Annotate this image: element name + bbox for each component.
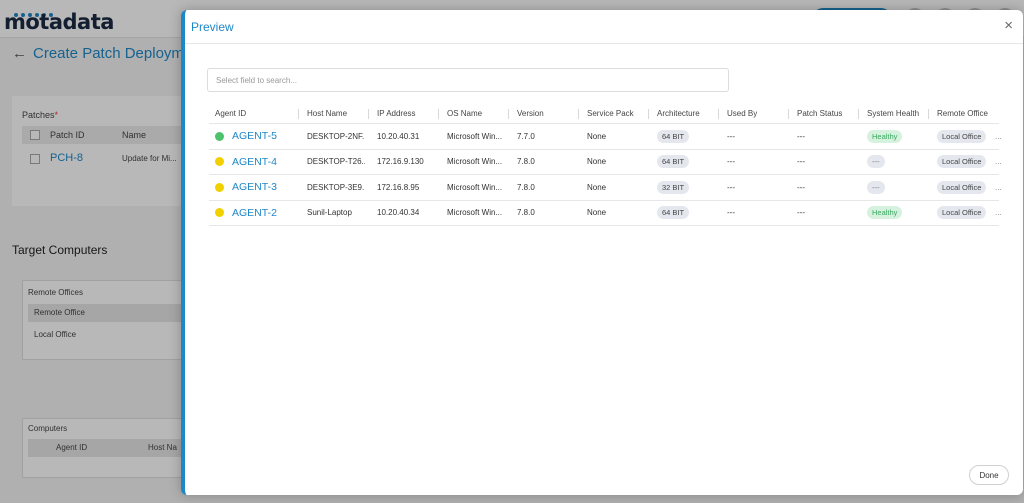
more-icon[interactable]: ... xyxy=(995,183,1002,192)
agent-cell: AGENT-5 xyxy=(215,124,277,149)
health-badge: Healthy xyxy=(867,206,903,220)
used-by-cell: --- xyxy=(727,208,735,218)
remote-office-item[interactable]: Local Office xyxy=(34,330,76,339)
more-icon[interactable]: ... xyxy=(995,157,1002,166)
architecture-badge: 64 BIT xyxy=(657,129,690,143)
close-icon[interactable]: × xyxy=(1004,18,1013,33)
col-version[interactable]: Version xyxy=(517,104,544,123)
agent-cell: AGENT-2 xyxy=(215,201,277,226)
status-dot-icon xyxy=(215,208,224,218)
remote-office-badge: Local Office xyxy=(937,180,987,194)
used-by-cell: --- xyxy=(727,157,735,167)
remote-office-badge: Local Office xyxy=(937,206,987,220)
service-pack-cell: None xyxy=(587,182,607,192)
os-cell: Microsoft Win... xyxy=(447,131,503,141)
architecture-badge: 64 BIT xyxy=(657,155,690,169)
host-name-cell: DESKTOP-T26... xyxy=(307,157,365,167)
modal-header: Preview × xyxy=(185,10,1023,44)
more-icon[interactable]: ... xyxy=(995,132,1002,141)
status-dot-icon xyxy=(215,182,224,192)
search-input[interactable] xyxy=(207,68,729,92)
ip-cell: 10.20.40.31 xyxy=(377,131,420,141)
health-badge: --- xyxy=(867,180,885,194)
status-dot-icon xyxy=(215,131,224,141)
col-host-name[interactable]: Host Name xyxy=(307,104,347,123)
architecture-badge: 64 BIT xyxy=(657,206,690,220)
os-cell: Microsoft Win... xyxy=(447,182,503,192)
col-patch-id: Patch ID xyxy=(50,130,85,140)
patches-table-header: Patch ID Name xyxy=(22,126,192,144)
version-cell: 7.8.0 xyxy=(517,208,535,218)
patch-status-cell: --- xyxy=(797,157,805,167)
agent-id-link[interactable]: AGENT-4 xyxy=(232,156,277,168)
os-cell: Microsoft Win... xyxy=(447,208,503,218)
agent-id-link[interactable]: AGENT-3 xyxy=(232,181,277,193)
agent-id-link[interactable]: AGENT-2 xyxy=(232,207,277,219)
ip-cell: 172.16.9.130 xyxy=(377,157,424,167)
patch-id-link[interactable]: PCH-8 xyxy=(50,152,83,164)
table-header: Agent ID Host Name IP Address OS Name Ve… xyxy=(209,104,999,124)
col-used-by[interactable]: Used By xyxy=(727,104,757,123)
app-logo: motadata xyxy=(4,10,114,34)
host-name-cell: DESKTOP-2NF... xyxy=(307,131,365,141)
remote-office-item[interactable]: Remote Office xyxy=(34,308,85,317)
agent-cell: AGENT-3 xyxy=(215,175,277,200)
remote-office-badge: Local Office xyxy=(937,155,987,169)
col-patch-status[interactable]: Patch Status xyxy=(797,104,842,123)
table-row[interactable]: AGENT-2 Sunil-Laptop 10.20.40.34 Microso… xyxy=(209,201,1002,226)
page-title-text: Create Patch Deployme xyxy=(33,45,193,62)
ip-cell: 172.16.8.95 xyxy=(377,182,420,192)
os-cell: Microsoft Win... xyxy=(447,157,503,167)
page-title: ← Create Patch Deployme xyxy=(12,45,192,62)
host-name-cell: Sunil-Laptop xyxy=(307,208,352,218)
target-computers-title: Target Computers xyxy=(12,243,108,257)
health-badge: --- xyxy=(867,155,885,169)
col-service-pack[interactable]: Service Pack xyxy=(587,104,634,123)
architecture-badge: 32 BIT xyxy=(657,180,690,194)
version-cell: 7.8.0 xyxy=(517,182,535,192)
more-icon[interactable]: ... xyxy=(995,208,1002,217)
service-pack-cell: None xyxy=(587,208,607,218)
done-button[interactable]: Done xyxy=(969,465,1009,485)
remote-office-badge: Local Office xyxy=(937,129,987,143)
col-host-name: Host Na xyxy=(148,443,177,452)
health-badge: Healthy xyxy=(867,129,903,143)
select-all-checkbox[interactable] xyxy=(30,130,40,140)
used-by-cell: --- xyxy=(727,182,735,192)
back-arrow-icon[interactable]: ← xyxy=(12,45,27,62)
modal-title: Preview xyxy=(191,20,234,34)
row-checkbox[interactable] xyxy=(30,154,40,164)
preview-modal: Preview × Agent ID Host Name IP Address … xyxy=(181,10,1023,495)
ip-cell: 10.20.40.34 xyxy=(377,208,420,218)
version-cell: 7.8.0 xyxy=(517,157,535,167)
col-os-name[interactable]: OS Name xyxy=(447,104,482,123)
preview-table: Agent ID Host Name IP Address OS Name Ve… xyxy=(209,104,1002,226)
agent-id-link[interactable]: AGENT-5 xyxy=(232,130,277,142)
col-agent-id: Agent ID xyxy=(56,443,88,452)
agent-cell: AGENT-4 xyxy=(215,150,277,175)
service-pack-cell: None xyxy=(587,157,607,167)
table-row[interactable]: AGENT-5 DESKTOP-2NF... 10.20.40.31 Micro… xyxy=(209,124,1002,150)
computers-label: Computers xyxy=(28,424,68,433)
patch-status-cell: --- xyxy=(797,208,805,218)
status-dot-icon xyxy=(215,157,224,167)
table-row[interactable]: AGENT-4 DESKTOP-T26... 172.16.9.130 Micr… xyxy=(209,150,1002,175)
col-ip-address[interactable]: IP Address xyxy=(377,104,416,123)
col-agent-id[interactable]: Agent ID xyxy=(215,104,246,123)
remote-offices-label: Remote Offices xyxy=(28,288,83,297)
service-pack-cell: None xyxy=(587,131,607,141)
used-by-cell: --- xyxy=(727,131,735,141)
col-remote-office[interactable]: Remote Office xyxy=(937,104,988,123)
patch-status-cell: --- xyxy=(797,182,805,192)
col-architecture[interactable]: Architecture xyxy=(657,104,700,123)
col-name: Name xyxy=(122,130,147,140)
col-system-health[interactable]: System Health xyxy=(867,104,919,123)
patch-status-cell: --- xyxy=(797,131,805,141)
patches-section-label: Patches* xyxy=(22,110,59,120)
host-name-cell: DESKTOP-3E9... xyxy=(307,182,365,192)
patch-name: Update for Mi... xyxy=(122,154,177,163)
version-cell: 7.7.0 xyxy=(517,131,535,141)
table-row[interactable]: AGENT-3 DESKTOP-3E9... 172.16.8.95 Micro… xyxy=(209,175,1002,201)
